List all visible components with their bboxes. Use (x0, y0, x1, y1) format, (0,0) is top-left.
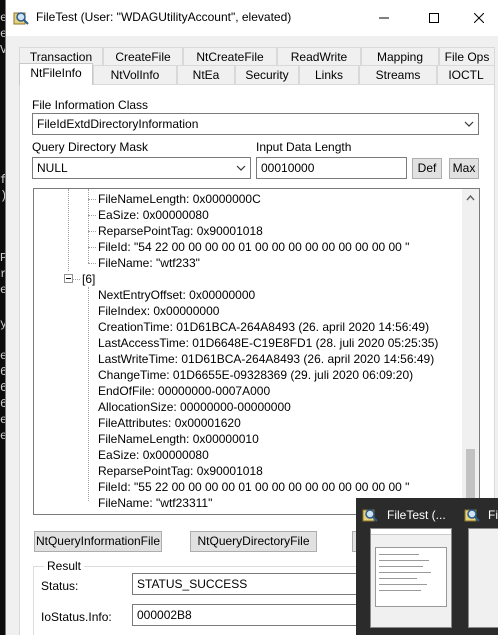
query-mask-combo[interactable]: NULL (32, 157, 251, 179)
tab-streams[interactable]: Streams (359, 65, 437, 85)
app-icon (13, 10, 29, 26)
info-class-label: File Information Class (32, 98, 149, 112)
tree-connector (88, 287, 89, 501)
window-title: FileTest (User: "WDAGUtilityAccount", el… (36, 10, 292, 24)
tree-item[interactable]: FileNameLength: 0x0000000C (98, 192, 261, 206)
input-length-field[interactable]: 00010000 (256, 157, 407, 179)
tab-row-bottom: NtFileInfo NtVolInfo NtEa Security Links… (19, 63, 495, 85)
tree-connector (88, 231, 96, 232)
tree-item[interactable]: EndOfFile: 00000000-0007A000 (98, 384, 270, 398)
tree-item[interactable]: FileNameLength: 0x00000010 (98, 432, 259, 446)
thumbnail-title: Fi (488, 508, 498, 522)
tree-node-6[interactable]: [6] (82, 272, 95, 286)
tree-item[interactable]: FileIndex: 0x00000000 (98, 304, 219, 318)
def-button[interactable]: Def (412, 158, 442, 179)
collapse-icon[interactable] (64, 274, 73, 283)
tree-item[interactable]: FileAttributes: 0x00001620 (98, 416, 241, 430)
title-bar[interactable]: FileTest (User: "WDAGUtilityAccount", el… (6, 0, 498, 36)
tree-item[interactable]: ChangeTime: 01D6655E-09328369 (29. juli … (98, 368, 413, 382)
query-mask-value: NULL (37, 161, 68, 175)
tree-connector (88, 215, 96, 216)
tree-item[interactable]: NextEntryOffset: 0x00000000 (98, 288, 255, 302)
input-length-label: Input Data Length (256, 140, 352, 154)
nt-query-directory-file-button[interactable]: NtQueryDirectoryFile (190, 531, 317, 552)
tree-item[interactable]: FileName: "wtf233" (98, 256, 200, 270)
info-class-value: FileIdExtdDirectoryInformation (37, 117, 199, 131)
info-class-combo[interactable]: FileIdExtdDirectoryInformation (32, 113, 479, 135)
tab-security[interactable]: Security (235, 65, 299, 85)
tab-readwrite[interactable]: ReadWrite (277, 47, 361, 67)
tree-item[interactable]: FileName: "wtf23311" (98, 496, 212, 510)
iostatus-label: IoStatus.Info: (41, 610, 112, 624)
chevron-up-icon (466, 194, 475, 200)
tree-item[interactable]: EaSize: 0x00000080 (98, 448, 209, 462)
tree-connector (68, 189, 69, 271)
thumbnail-preview (468, 528, 498, 628)
app-icon (464, 509, 480, 522)
tree-connector (88, 247, 96, 248)
tree-connector (88, 263, 96, 264)
chevron-down-icon (236, 165, 246, 171)
taskbar-thumbnail-popup: FileTest (... Fi (356, 498, 498, 635)
tree-connector (88, 199, 96, 200)
tab-ntcreatefile[interactable]: NtCreateFile (183, 47, 277, 67)
tree-item[interactable]: ReparsePointTag: 0x90001018 (98, 224, 263, 238)
chevron-down-icon (464, 121, 474, 127)
tab-mapping[interactable]: Mapping (361, 47, 439, 67)
tree-vertical-scrollbar[interactable] (462, 189, 479, 514)
tree-item[interactable]: FileId: "55 22 00 00 00 00 01 00 00 00 0… (98, 480, 409, 494)
app-icon (362, 509, 378, 522)
result-group-title: Result (44, 559, 85, 573)
tab-links[interactable]: Links (299, 65, 359, 85)
tab-ntea[interactable]: NtEa (177, 65, 235, 85)
tree-item[interactable]: FileId: "54 22 00 00 00 00 01 00 00 00 0… (98, 240, 409, 254)
thumbnail-title: FileTest (... (387, 508, 446, 522)
thumbnail-preview (370, 528, 452, 628)
result-tree-view[interactable]: FileNameLength: 0x0000000C EaSize: 0x000… (33, 188, 480, 515)
tab-ntfileinfo[interactable]: NtFileInfo (19, 63, 93, 85)
scroll-up-button[interactable] (462, 189, 479, 206)
max-button[interactable]: Max (449, 158, 479, 179)
tree-item[interactable]: EaSize: 0x00000080 (98, 208, 209, 222)
tree-item[interactable]: ReparsePointTag: 0x90001018 (98, 464, 263, 478)
tab-ioctl[interactable]: IOCTL (437, 65, 495, 85)
nt-query-information-file-button[interactable]: NtQueryInformationFile (34, 531, 162, 552)
maximize-icon (429, 13, 439, 23)
tree-item[interactable]: LastAccessTime: 01D6648E-C19E8FD1 (28. j… (98, 336, 438, 350)
tree-item[interactable]: CreationTime: 01D61BCA-264A8493 (26. apr… (98, 320, 429, 334)
minimize-icon (379, 17, 389, 19)
tab-createfile[interactable]: CreateFile (103, 47, 183, 67)
tab-file-ops[interactable]: File Ops (439, 47, 495, 67)
minimize-button[interactable] (361, 0, 407, 36)
close-icon (474, 13, 484, 23)
maximize-button[interactable] (411, 0, 457, 36)
status-label: Status: (41, 579, 79, 593)
tab-ntvolinfo[interactable]: NtVolInfo (93, 65, 177, 85)
query-mask-label: Query Directory Mask (32, 140, 149, 154)
tree-item[interactable]: LastWriteTime: 01D61BCA-264A8493 (26. ap… (98, 352, 434, 366)
tree-item[interactable]: AllocationSize: 00000000-00000000 (98, 400, 291, 414)
close-button[interactable] (456, 0, 498, 36)
tree-connector (88, 189, 89, 263)
